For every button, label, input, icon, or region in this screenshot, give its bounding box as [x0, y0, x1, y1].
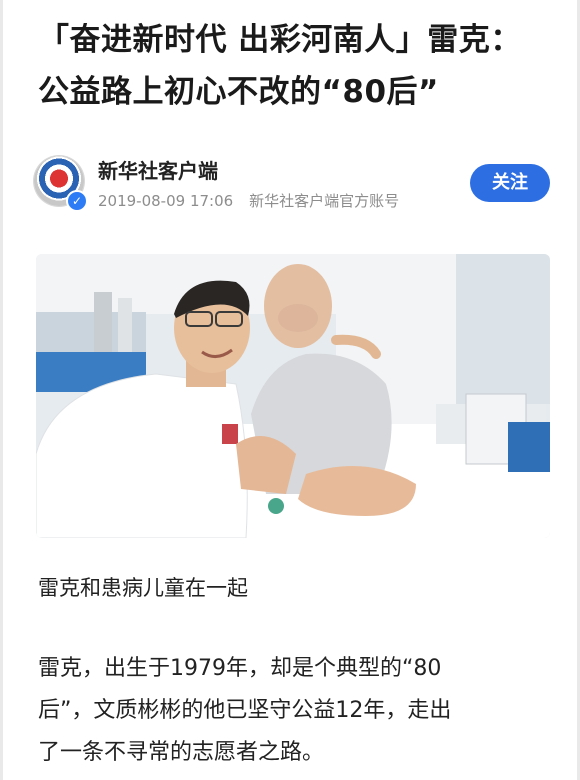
article-body: 雷克，出生于1979年，却是个典型的“80 后”，文质彬彬的他已坚守公益12年，…: [38, 648, 553, 774]
article-photo[interactable]: [36, 254, 550, 538]
body-line-3: 了一条不寻常的志愿者之路。: [38, 740, 325, 765]
author-header: ✓ 新华社客户端 2019-08-09 17:06 新华社客户端官方账号 关注: [34, 152, 554, 216]
title-line-1: 「奋进新时代 出彩河南人」雷克：: [38, 22, 522, 58]
body-line-2: 后”，文质彬彬的他已坚守公益12年，走出: [38, 698, 452, 723]
follow-button[interactable]: 关注: [470, 164, 550, 202]
title-line-2: 公益路上初心不改的“80后”: [38, 74, 439, 110]
author-name[interactable]: 新华社客户端: [98, 155, 218, 184]
author-meta: 2019-08-09 17:06 新华社客户端官方账号: [98, 190, 399, 211]
photo-caption: 雷克和患病儿童在一起: [38, 576, 248, 600]
body-line-1: 雷克，出生于1979年，却是个典型的“80: [38, 656, 442, 681]
verified-check-icon: ✓: [66, 190, 88, 212]
author-description: 新华社客户端官方账号: [249, 192, 400, 210]
publish-datetime: 2019-08-09 17:06: [98, 192, 234, 210]
article-title: 「奋进新时代 出彩河南人」雷克： 公益路上初心不改的“80后”: [38, 14, 558, 118]
photo-illustration: [36, 254, 550, 538]
